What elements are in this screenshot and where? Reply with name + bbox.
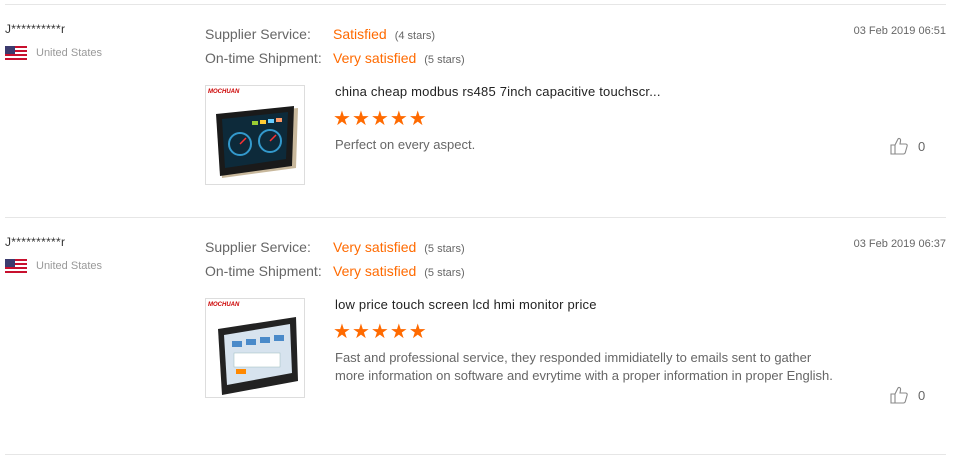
divider-bottom bbox=[5, 454, 946, 455]
supplier-service-label: Supplier Service: bbox=[205, 239, 311, 255]
ontime-shipment-label: On-time Shipment: bbox=[205, 50, 322, 66]
thumbs-up-icon bbox=[890, 137, 908, 155]
review-comment: Fast and professional service, they resp… bbox=[335, 350, 833, 383]
review-item: J**********r United States Supplier Serv… bbox=[0, 5, 955, 217]
review-date: 03 Feb 2019 06:37 bbox=[853, 238, 946, 250]
reviewer-name: J**********r bbox=[5, 235, 66, 249]
supplier-service-stars: (5 stars) bbox=[424, 243, 465, 255]
star-icon: ★ bbox=[370, 108, 390, 130]
reviewer-country: United States bbox=[5, 46, 102, 60]
star-icon: ★ bbox=[351, 108, 371, 130]
reviewer-name: J**********r bbox=[5, 22, 66, 36]
product-thumbnail[interactable]: MOCHUAN bbox=[205, 298, 305, 398]
brand-logo: MOCHUAN bbox=[208, 89, 240, 95]
brand-logo: MOCHUAN bbox=[208, 302, 240, 308]
supplier-service-row: Supplier Service: Very satisfied (5 star… bbox=[205, 239, 465, 255]
hmi-panel-image bbox=[216, 106, 298, 178]
like-button[interactable]: 0 bbox=[890, 137, 925, 155]
ontime-shipment-stars: (5 stars) bbox=[424, 267, 465, 279]
ontime-shipment-row: On-time Shipment: Very satisfied (5 star… bbox=[205, 263, 465, 279]
us-flag-icon bbox=[5, 46, 27, 60]
star-icon: ★ bbox=[333, 321, 352, 343]
review-item: J**********r United States Supplier Serv… bbox=[0, 218, 955, 454]
star-icon: ★ bbox=[333, 108, 352, 130]
product-title-link[interactable]: low price touch screen lcd hmi monitor p… bbox=[335, 297, 597, 312]
ontime-shipment-value: Very satisfied bbox=[333, 263, 417, 279]
supplier-service-row: Supplier Service: Satisfied (4 stars) bbox=[205, 26, 435, 42]
supplier-service-value: Very satisfied bbox=[333, 239, 417, 255]
product-title-link[interactable]: china cheap modbus rs485 7inch capacitiv… bbox=[335, 84, 661, 99]
star-icon: ★ bbox=[408, 108, 428, 130]
review-date: 03 Feb 2019 06:51 bbox=[853, 25, 946, 37]
star-icon: ★ bbox=[389, 108, 409, 130]
product-thumbnail[interactable]: MOCHUAN bbox=[205, 85, 305, 185]
like-count: 0 bbox=[918, 387, 926, 403]
star-rating: ★★★★★ bbox=[333, 106, 428, 131]
ontime-shipment-stars: (5 stars) bbox=[424, 54, 465, 66]
country-label: United States bbox=[36, 47, 103, 59]
ontime-shipment-label: On-time Shipment: bbox=[205, 263, 322, 279]
star-icon: ★ bbox=[370, 321, 390, 343]
review-comment: Perfect on every aspect. bbox=[335, 137, 476, 152]
star-icon: ★ bbox=[408, 321, 428, 343]
like-button[interactable]: 0 bbox=[890, 386, 925, 404]
us-flag-icon bbox=[5, 259, 27, 273]
star-rating: ★★★★★ bbox=[333, 319, 428, 344]
supplier-service-stars: (4 stars) bbox=[394, 30, 436, 42]
country-label: United States bbox=[36, 260, 103, 272]
reviewer-country: United States bbox=[5, 259, 102, 273]
supplier-service-label: Supplier Service: bbox=[205, 26, 311, 42]
star-icon: ★ bbox=[389, 321, 409, 343]
like-count: 0 bbox=[918, 138, 926, 154]
ontime-shipment-row: On-time Shipment: Very satisfied (5 star… bbox=[205, 50, 465, 66]
supplier-service-value: Satisfied bbox=[333, 26, 387, 42]
thumbs-up-icon bbox=[890, 386, 908, 404]
ontime-shipment-value: Very satisfied bbox=[333, 50, 417, 66]
hmi-panel-image bbox=[218, 317, 298, 395]
star-icon: ★ bbox=[351, 321, 371, 343]
